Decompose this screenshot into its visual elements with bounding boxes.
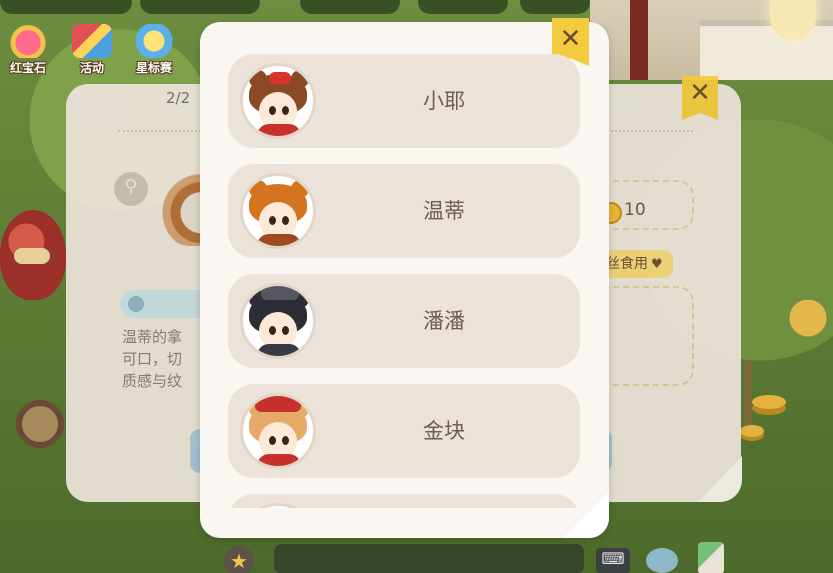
hud-currency-pill — [140, 0, 260, 14]
hud-currency-pill — [418, 0, 508, 14]
ruby-gift-icon — [8, 24, 48, 58]
keyboard-icon: ⌨ — [601, 549, 625, 568]
avatar-eye — [282, 436, 289, 445]
character-list[interactable]: 小耶 温蒂 潘潘 金块 — [228, 54, 582, 508]
avatar-eye — [282, 106, 289, 115]
avatar-eye — [269, 326, 276, 335]
menu-label: 星标赛 — [135, 61, 172, 75]
avatar-eye — [282, 326, 289, 335]
character-avatar — [240, 503, 316, 508]
favorite-tag: 丝食用 ♥ — [598, 250, 673, 278]
character-avatar — [240, 173, 316, 249]
avatar-body — [257, 454, 301, 466]
event-flag-icon — [72, 24, 112, 58]
stat-pill — [120, 290, 212, 318]
avatar-eye — [269, 216, 276, 225]
avatar-body — [257, 234, 301, 246]
character-row[interactable]: 金块 — [228, 384, 580, 478]
avatar-eye — [269, 106, 276, 115]
character-name: 温蒂 — [423, 199, 465, 223]
edit-button[interactable] — [698, 542, 724, 573]
character-row[interactable]: 小耶 — [228, 54, 580, 148]
map-button[interactable] — [646, 548, 678, 573]
menu-label: 红宝石 — [9, 61, 46, 75]
bottom-toolbar: ★ ⌨ — [0, 538, 833, 573]
character-select-modal: ✕ 小耶 温蒂 潘潘 金块 — [200, 18, 609, 538]
character-name: 潘潘 — [423, 309, 465, 333]
zoom-button[interactable]: ⚲ — [114, 172, 148, 206]
favorites-button[interactable]: ★ — [224, 546, 254, 573]
avatar-body — [257, 344, 301, 356]
star-race-icon — [134, 24, 174, 58]
menu-event-button[interactable]: 活动 — [66, 24, 118, 78]
avatar-eye — [282, 216, 289, 225]
yellow-stool — [752, 395, 786, 409]
character-row[interactable] — [228, 494, 580, 508]
white-house — [700, 20, 833, 80]
magnifier-icon: ⚲ — [124, 176, 138, 197]
panel-close-button[interactable]: ✕ — [682, 76, 718, 120]
character-name: 小耶 — [423, 89, 465, 113]
star-icon: ★ — [230, 549, 248, 573]
character-row[interactable]: 潘潘 — [228, 274, 580, 368]
hud-currency-pill — [300, 0, 400, 14]
character-row[interactable]: 温蒂 — [228, 164, 580, 258]
hud-currency-pill — [520, 0, 590, 14]
menu-star-race-button[interactable]: 星标赛 — [128, 24, 180, 78]
character-avatar — [240, 63, 316, 139]
avatar-bow — [269, 72, 291, 84]
dish-description: 温蒂的拿 可口，切 质感与纹 — [122, 328, 183, 390]
stat-text: 2/2 — [166, 89, 191, 107]
character-avatar — [240, 393, 316, 469]
avatar-accessory — [269, 178, 291, 190]
people-icon — [128, 296, 144, 312]
hud-currency-pill — [0, 0, 132, 14]
bottom-message-bar — [274, 544, 584, 573]
flower-decoration — [783, 300, 833, 360]
keyboard-button[interactable]: ⌨ — [596, 548, 630, 573]
coin-count: 10 — [624, 200, 646, 220]
menu-ruby-button[interactable]: 红宝石 — [2, 24, 54, 78]
avatar-eye — [269, 436, 276, 445]
page-fold-corner — [698, 456, 742, 502]
character-name: 金块 — [423, 419, 465, 443]
avatar-body — [257, 124, 301, 136]
favorite-tag-label: 丝食用 — [606, 256, 648, 272]
menu-label: 活动 — [79, 61, 104, 75]
close-icon: ✕ — [689, 78, 711, 108]
clock-decoration — [16, 400, 64, 448]
close-icon: ✕ — [559, 24, 582, 54]
avatar-goggles — [261, 286, 299, 300]
yellow-stool-small — [740, 425, 764, 437]
rope-post — [744, 360, 752, 430]
avatar-cap — [255, 396, 301, 412]
balloon-sign — [14, 248, 50, 264]
character-name — [328, 494, 560, 508]
character-avatar — [240, 283, 316, 359]
heart-icon: ♥ — [651, 257, 663, 272]
